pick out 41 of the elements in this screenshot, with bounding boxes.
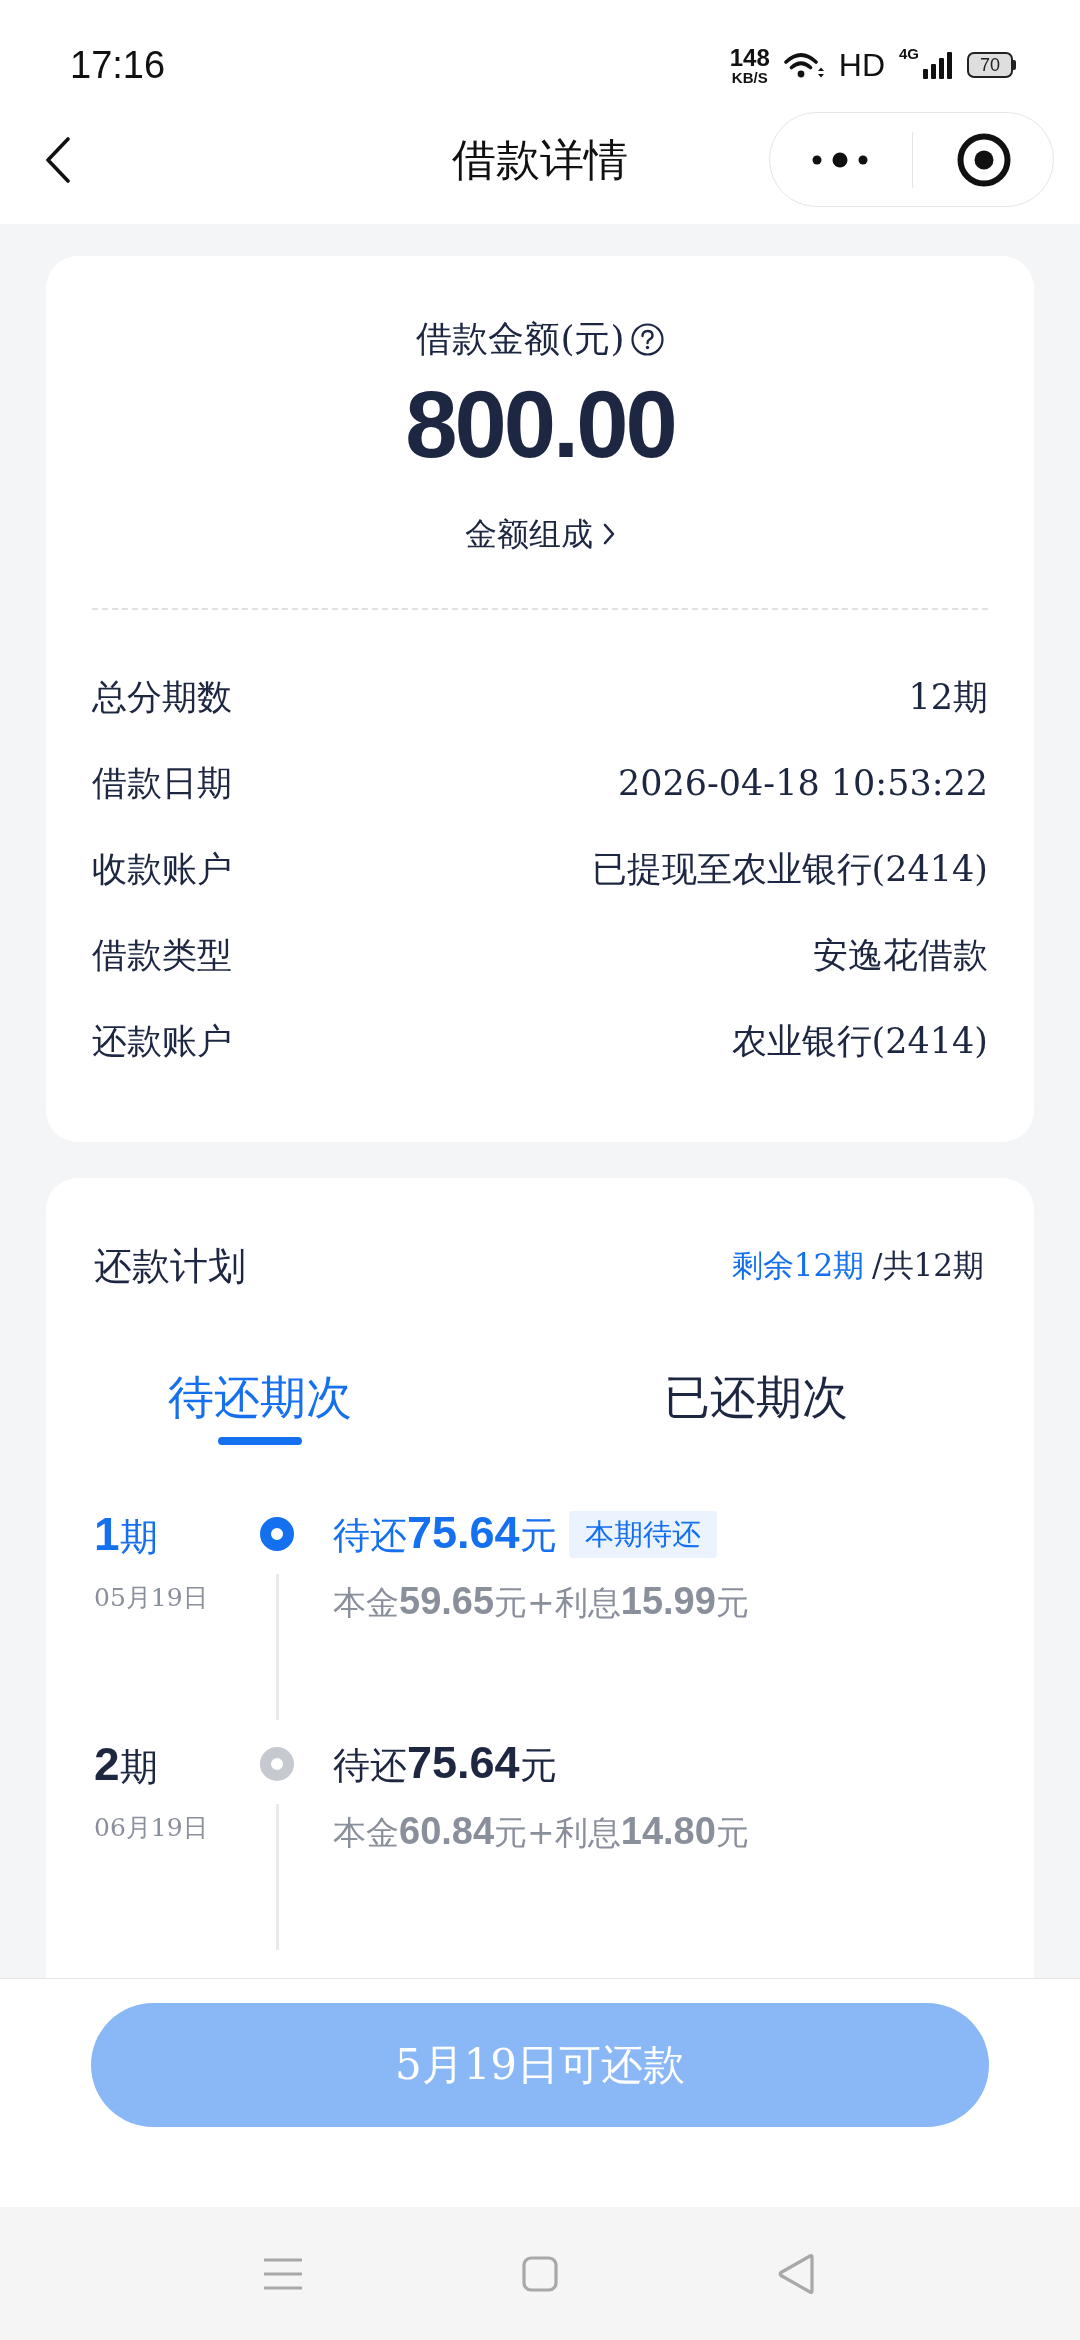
network-type-label: 4G — [899, 45, 919, 61]
section-title: 还款计划 — [94, 1243, 246, 1290]
total-periods: /共12期 — [872, 1246, 984, 1285]
amount-label: 借款金额(元) — [416, 317, 625, 361]
page-title: 借款详情 — [452, 133, 628, 187]
status-time: 17:16 — [70, 46, 166, 84]
chevron-left-icon[interactable] — [45, 137, 71, 183]
amount-breakdown-link[interactable]: 金额组成 — [465, 512, 615, 556]
detail-value: 安逸花借款 — [813, 933, 988, 977]
detail-label: 总分期数 — [92, 675, 232, 719]
due-amount: 待还75.64元 — [333, 1505, 557, 1560]
period-label: 1期 — [94, 1507, 158, 1562]
period-label: 2期 — [94, 1737, 158, 1792]
detail-label: 借款类型 — [92, 933, 232, 977]
loan-amount: 800.00 — [405, 371, 675, 479]
current-period-badge: 本期待还 — [568, 1510, 717, 1558]
detail-value: 已提现至农业银行(2414) — [591, 847, 988, 891]
amount-breakdown: 本金59.65元+利息15.99元 — [333, 1579, 749, 1624]
detail-label: 还款账户 — [92, 1019, 232, 1063]
ring-dot-icon[interactable] — [957, 132, 1011, 187]
wifi-icon — [783, 51, 825, 79]
detail-value: 2026-04-18 10:53:22 — [617, 763, 988, 803]
net-speed-unit: KB/S — [731, 69, 768, 85]
hd-label: HD — [838, 49, 885, 81]
amount-breakdown: 本金60.84元+利息14.80元 — [333, 1809, 749, 1854]
tab[interactable]: 待还期次 — [110, 1367, 410, 1445]
due-date: 05月19日 — [94, 1582, 208, 1614]
detail-value: 农业银行(2414) — [731, 1019, 988, 1063]
remaining-periods: 剩余12期 — [731, 1246, 865, 1285]
chevron-right-icon — [603, 523, 615, 545]
due-amount: 待还75.64元 — [333, 1735, 557, 1790]
more-icon[interactable] — [811, 151, 868, 168]
net-speed-value: 148 — [729, 45, 770, 70]
help-icon[interactable] — [630, 322, 664, 356]
signal-icon — [923, 51, 953, 79]
tab[interactable]: 已还期次 — [606, 1367, 906, 1445]
detail-label: 收款账户 — [92, 847, 232, 891]
detail-value: 12期 — [908, 675, 988, 719]
battery-indicator: 70 — [967, 52, 1016, 78]
detail-label: 借款日期 — [92, 761, 232, 805]
due-date: 06月19日 — [94, 1812, 208, 1844]
